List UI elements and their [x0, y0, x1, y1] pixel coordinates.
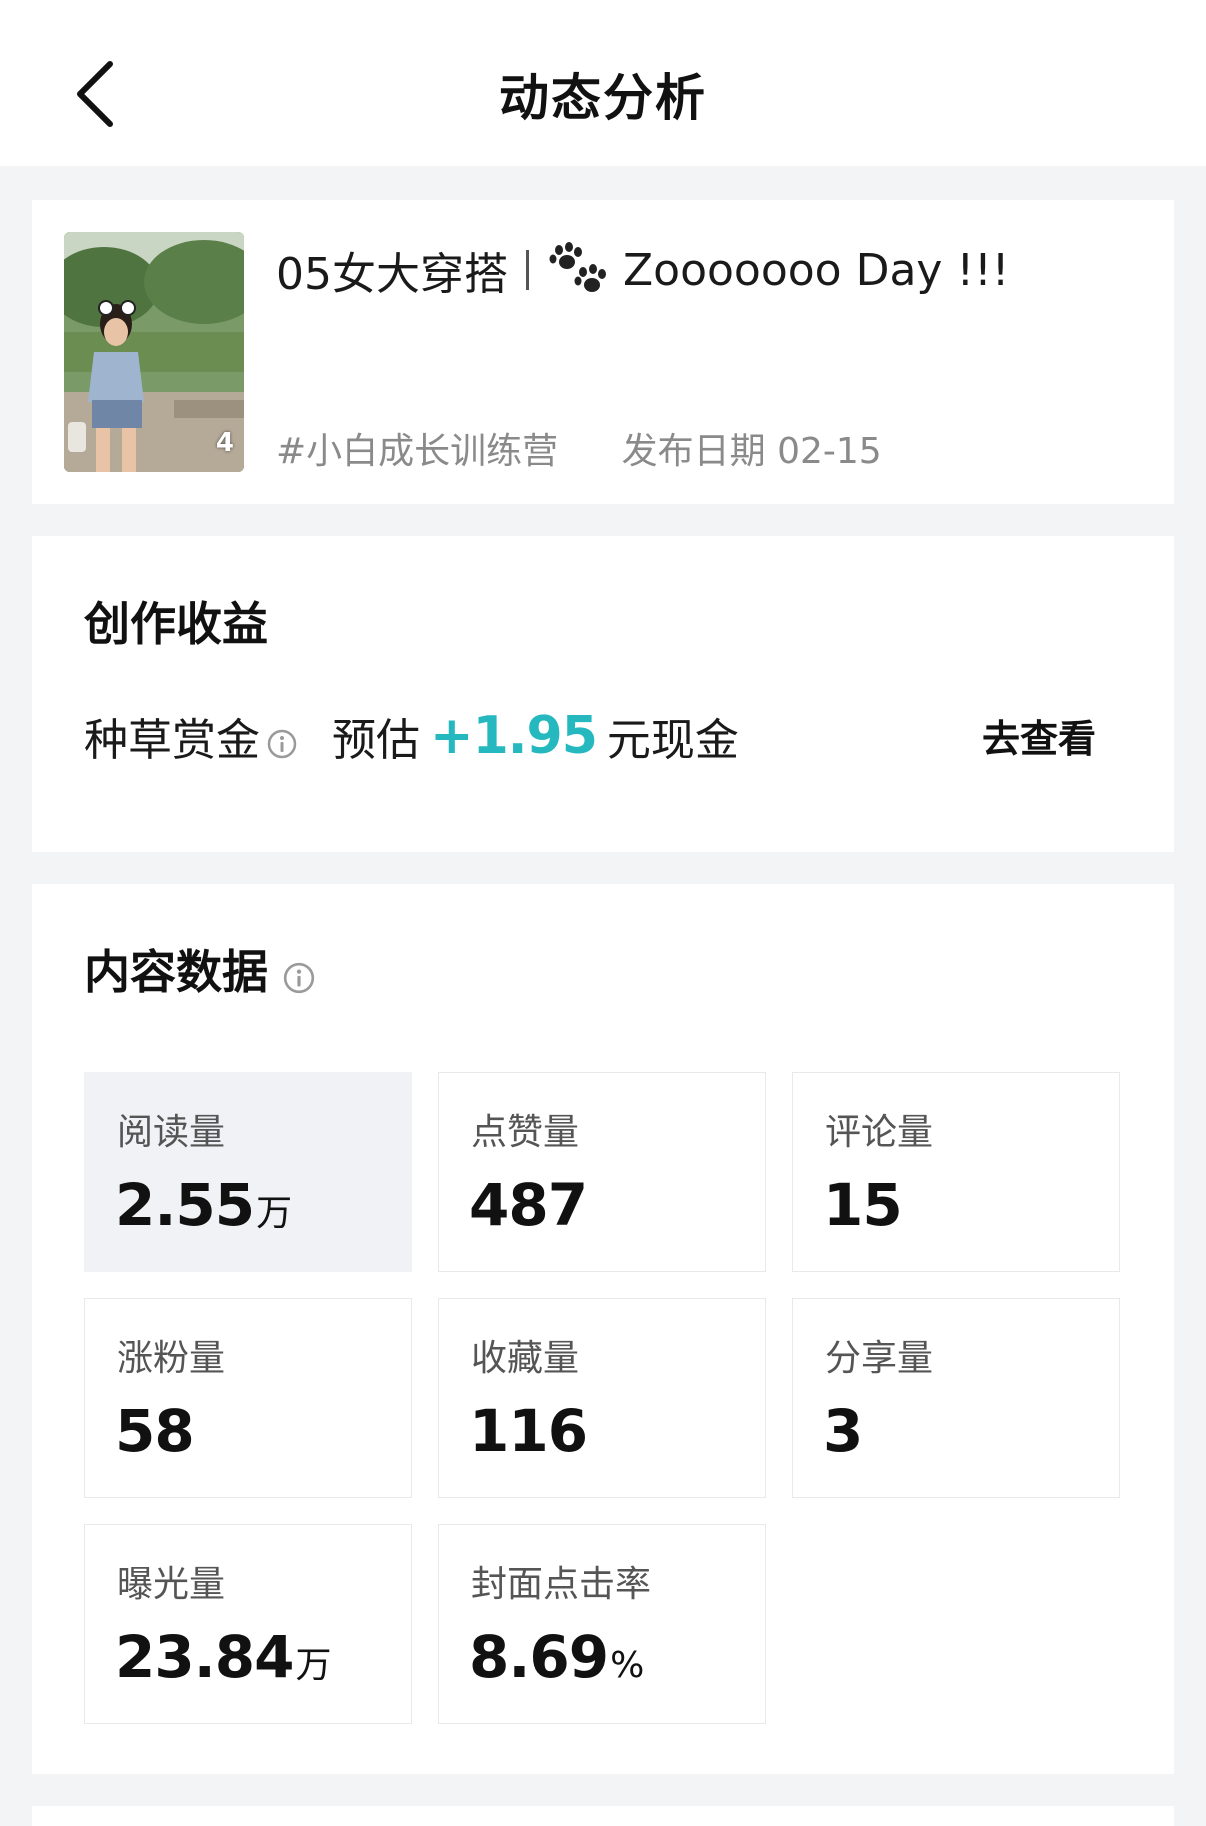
view-earnings-link[interactable]: 去查看 [982, 708, 1096, 763]
post-topic-tag[interactable]: #小白成长训练营 [276, 431, 558, 472]
publish-date: 发布日期 02-15 [621, 431, 882, 472]
metric-number: 23.84 [115, 1623, 294, 1691]
estimate-unit: 元现金 [606, 715, 739, 766]
post-thumbnail[interactable]: 4 [64, 232, 244, 472]
image-count-badge: 4 [215, 428, 234, 458]
metric-value: 15 [823, 1171, 904, 1239]
metric-label: 曝光量 [117, 1564, 226, 1605]
estimate-label: 预估 [332, 715, 420, 766]
post-meta: #小白成长训练营 发布日期 02-15 [276, 422, 882, 474]
page-title: 动态分析 [499, 69, 707, 127]
metric-tile-reads[interactable]: 阅读量 2.55万 [84, 1072, 412, 1272]
content-data-title-text: 内容数据 [84, 945, 268, 999]
content-data-title: 内容数据 [84, 936, 316, 1002]
metric-number: 8.69 [469, 1623, 609, 1691]
earnings-item-label: 种草赏金 [84, 715, 260, 766]
post-title-prefix: 05女大穿搭 [276, 249, 508, 300]
metric-label: 收藏量 [471, 1338, 580, 1379]
metric-tile-likes[interactable]: 点赞量 487 [438, 1072, 766, 1272]
metric-value: 23.84万 [115, 1623, 331, 1691]
metric-label: 阅读量 [117, 1112, 226, 1153]
estimate-value: +1.95 [430, 706, 598, 766]
title-separator [526, 250, 529, 290]
metric-value: 58 [115, 1397, 196, 1465]
earnings-title: 创作收益 [84, 597, 268, 651]
paw-prints-icon [547, 242, 609, 298]
post-title-suffix: Zooooooo Day !!! [623, 244, 1010, 296]
metric-tile-impressions[interactable]: 曝光量 23.84万 [84, 1524, 412, 1724]
metric-tile-followers[interactable]: 涨粉量 58 [84, 1298, 412, 1498]
content-data-card: 内容数据 阅读量 2.55万 点赞量 487 评论量 15 涨粉量 58 收藏量… [32, 884, 1174, 1774]
metric-value: 8.69% [469, 1623, 644, 1691]
post-title: 05女大穿搭 Zooooooo Day !!! [276, 238, 1009, 302]
metric-tile-shares[interactable]: 分享量 3 [792, 1298, 1120, 1498]
metric-tile-saves[interactable]: 收藏量 116 [438, 1298, 766, 1498]
metric-unit: % [610, 1645, 644, 1686]
metric-tile-cover-ctr[interactable]: 封面点击率 8.69% [438, 1524, 766, 1724]
metric-number: 2.55 [115, 1171, 255, 1239]
metric-label: 封面点击率 [471, 1564, 652, 1605]
metric-label: 涨粉量 [117, 1338, 226, 1379]
metric-label: 分享量 [825, 1338, 934, 1379]
earnings-row: 种草赏金 预估 +1.95 元现金 [84, 704, 739, 768]
metric-number: 58 [115, 1397, 195, 1465]
metric-number: 3 [823, 1397, 863, 1465]
earnings-card: 创作收益 种草赏金 预估 +1.95 元现金 去查看 [32, 536, 1174, 852]
metric-tile-comments[interactable]: 评论量 15 [792, 1072, 1120, 1272]
app-header: 动态分析 [0, 0, 1206, 166]
metric-number: 116 [469, 1397, 588, 1465]
metric-number: 15 [823, 1171, 903, 1239]
metric-label: 评论量 [825, 1112, 934, 1153]
post-summary-card[interactable]: 4 05女大穿搭 Zooooooo Day !!! #小白成长训练营 发布日期 … [32, 200, 1174, 504]
metric-value: 3 [823, 1397, 864, 1465]
info-circle-icon[interactable] [266, 720, 298, 759]
metric-label: 点赞量 [471, 1112, 580, 1153]
metric-value: 2.55万 [115, 1171, 292, 1239]
metric-value: 487 [469, 1171, 589, 1239]
metric-unit: 万 [295, 1645, 331, 1686]
metric-unit: 万 [256, 1193, 292, 1234]
metric-number: 487 [469, 1171, 588, 1239]
metric-value: 116 [469, 1397, 589, 1465]
next-card-edge [32, 1806, 1174, 1826]
info-circle-icon[interactable] [282, 952, 316, 994]
